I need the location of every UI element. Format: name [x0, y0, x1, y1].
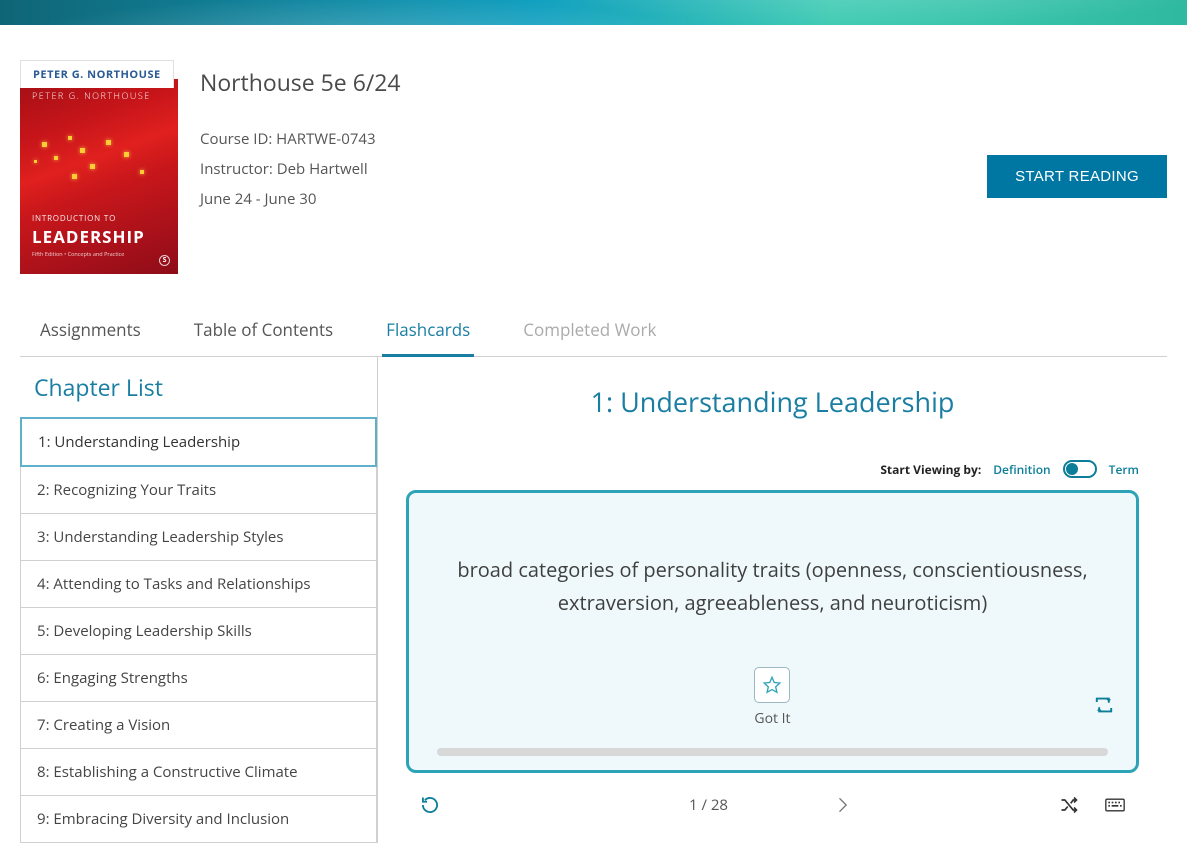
got-it-button[interactable]	[754, 667, 790, 703]
cover-author: PETER G. NORTHOUSE	[32, 89, 166, 102]
card-counter: 1 / 28	[689, 795, 728, 815]
got-it-label: Got It	[754, 709, 790, 728]
flashcard-panel: 1: Understanding Leadership Start Viewin…	[378, 357, 1167, 843]
cover-subtitle: Fifth Edition • Concepts and Practice	[32, 250, 166, 258]
course-header: PETER G. NORTHOUSE PETER G. NORTHOUSE IN…	[20, 25, 1167, 304]
star-icon	[762, 675, 782, 695]
tab-completed-work: Completed Work	[519, 304, 660, 357]
cover-author-tab: PETER G. NORTHOUSE	[20, 60, 174, 88]
chapter-item[interactable]: 6: Engaging Strengths	[20, 655, 377, 702]
course-title: Northouse 5e 6/24	[200, 66, 965, 98]
view-mode-row: Start Viewing by: Definition Term	[406, 460, 1139, 478]
tab-bar: Assignments Table of Contents Flashcards…	[20, 304, 1167, 357]
tab-assignments[interactable]: Assignments	[36, 304, 145, 357]
chapter-item[interactable]: 8: Establishing a Constructive Climate	[20, 749, 377, 796]
book-cover[interactable]: PETER G. NORTHOUSE PETER G. NORTHOUSE IN…	[20, 60, 178, 274]
view-option-definition[interactable]: Definition	[993, 461, 1050, 478]
toggle-knob-icon	[1066, 463, 1078, 475]
card-controls: 1 / 28	[406, 773, 1139, 819]
tab-flashcards[interactable]: Flashcards	[382, 304, 474, 357]
shuffle-button[interactable]	[1055, 791, 1083, 819]
view-mode-toggle[interactable]	[1063, 460, 1097, 478]
chevron-right-icon	[832, 795, 852, 815]
chapter-list: 1: Understanding Leadership 2: Recognizi…	[20, 417, 377, 843]
course-id: Course ID: HARTWE-0743	[200, 129, 376, 149]
chapter-sidebar: Chapter List 1: Understanding Leadership…	[20, 357, 378, 843]
flashcard-progress	[437, 748, 1108, 756]
keyboard-shortcuts-button[interactable]	[1101, 791, 1129, 819]
keyboard-icon	[1105, 795, 1125, 815]
flashcard-chapter-title: 1: Understanding Leadership	[406, 383, 1139, 420]
chapter-item[interactable]: 5: Developing Leadership Skills	[20, 608, 377, 655]
shuffle-icon	[1059, 795, 1079, 815]
refresh-icon	[420, 795, 440, 815]
course-dates: June 24 - June 30	[200, 189, 316, 209]
chapter-item[interactable]: 1: Understanding Leadership	[20, 417, 377, 467]
restart-button[interactable]	[416, 791, 444, 819]
cover-artwork	[20, 134, 178, 189]
publisher-badge-icon: S	[159, 255, 170, 266]
next-card-button[interactable]	[828, 791, 856, 819]
cover-title: LEADERSHIP	[32, 225, 166, 248]
view-option-term[interactable]: Term	[1109, 461, 1139, 478]
chapter-item[interactable]: 9: Embracing Diversity and Inclusion	[20, 796, 377, 843]
tab-table-of-contents[interactable]: Table of Contents	[190, 304, 337, 357]
repeat-icon[interactable]	[1094, 696, 1114, 718]
chapter-list-heading: Chapter List	[34, 371, 377, 403]
top-banner	[0, 0, 1187, 25]
flashcard-text: broad categories of personality traits (…	[437, 553, 1108, 619]
cover-intro: INTRODUCTION TO	[32, 213, 166, 224]
view-mode-label: Start Viewing by:	[880, 461, 981, 478]
flashcard[interactable]: broad categories of personality traits (…	[406, 490, 1139, 773]
start-reading-button[interactable]: START READING	[987, 155, 1167, 198]
chapter-item[interactable]: 7: Creating a Vision	[20, 702, 377, 749]
chapter-item[interactable]: 3: Understanding Leadership Styles	[20, 514, 377, 561]
course-instructor: Instructor: Deb Hartwell	[200, 159, 368, 179]
chapter-item[interactable]: 4: Attending to Tasks and Relationships	[20, 561, 377, 608]
chapter-item[interactable]: 2: Recognizing Your Traits	[20, 467, 377, 514]
